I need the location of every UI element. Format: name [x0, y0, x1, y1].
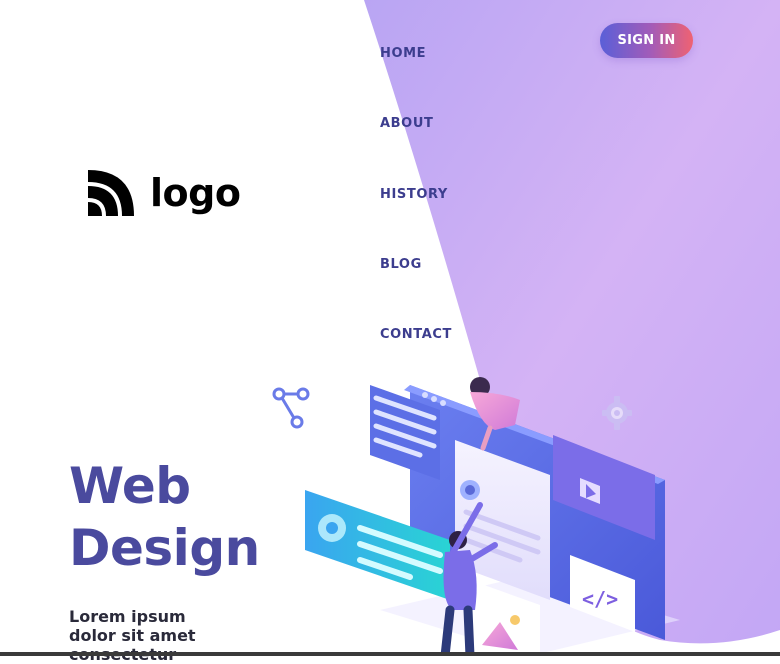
- hero-title: Web Design: [69, 455, 260, 579]
- svg-text:</>: </>: [582, 587, 618, 611]
- hero-title-line2: Design: [69, 519, 260, 577]
- hero-title-line1: Web: [69, 457, 191, 515]
- rss-icon: [88, 170, 134, 216]
- nav-blog[interactable]: BLOG: [380, 257, 422, 272]
- sign-in-button[interactable]: SIGN IN: [600, 23, 693, 58]
- nav-home[interactable]: HOME: [380, 46, 426, 61]
- hero-illustration: </>: [305, 377, 680, 656]
- logo-text: logo: [150, 171, 241, 215]
- nav-contact[interactable]: CONTACT: [380, 327, 452, 342]
- nav-about[interactable]: ABOUT: [380, 116, 433, 131]
- bottom-border: [0, 652, 780, 656]
- logo[interactable]: logo: [86, 168, 241, 218]
- nav-history[interactable]: HISTORY: [380, 187, 448, 202]
